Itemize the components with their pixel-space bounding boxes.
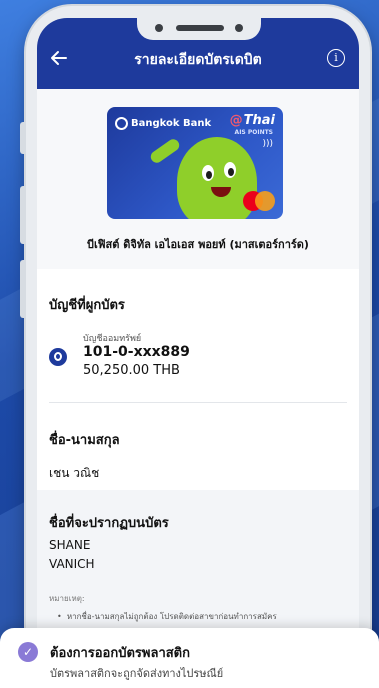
mascot-eye: [202, 165, 214, 181]
printed-name-line2: VANICH: [49, 557, 95, 571]
check-circle-icon[interactable]: ✓: [18, 642, 38, 662]
account-balance: 50,250.00 THB: [83, 363, 180, 378]
sensor-icon: [235, 24, 243, 32]
info-icon: i: [334, 51, 338, 64]
card-partner-logo: @Thai: [229, 113, 275, 128]
info-button[interactable]: i: [327, 49, 345, 67]
camera-icon: [155, 24, 163, 32]
divider: [49, 402, 347, 403]
account-type: บัญชีออมทรัพย์: [83, 334, 142, 344]
debit-card-image: Bangkok Bank @Thai AIS POINTS ))): [107, 107, 283, 219]
app-screen: รายละเอียดบัตรเดบิต i Bangkok Bank @Thai…: [37, 18, 359, 688]
remark-label: หมายเหตุ:: [49, 594, 85, 603]
speaker-icon: [176, 25, 224, 31]
account-number: 101-0-xxx889: [83, 344, 190, 360]
card-partner-brand: Thai: [243, 113, 275, 128]
card-bank-name: Bangkok Bank: [131, 118, 212, 129]
card-partner-sub: AIS POINTS: [234, 129, 273, 136]
mascot-eye: [224, 162, 236, 178]
linked-account-title: บัญชีที่ผูกบัตร: [49, 298, 125, 313]
name-section-title: ชื่อ-นามสกุล: [49, 433, 120, 448]
phone-notch: [137, 18, 261, 40]
remark-text: หากชื่อ-นามสกุลไม่ถูกต้อง โปรดติดต่อสาขา…: [66, 612, 277, 621]
printed-name-title: ชื่อที่จะปรากฏบนบัตร: [49, 516, 169, 531]
plastic-card-subtitle: บัตรพลาสติกจะถูกจัดส่งทางไปรษณีย์: [50, 667, 224, 680]
card-product-name: บีเฟิสต์ ดิจิทัล เอไอเอส พอยท์ (มาสเตอร์…: [87, 238, 309, 251]
mastercard-logo-icon: [243, 191, 275, 211]
plastic-card-option[interactable]: ✓ ต้องการออกบัตรพลาสติก บัตรพลาสติกจะถูก…: [0, 628, 379, 688]
plastic-card-title: ต้องการออกบัตรพลาสติก: [50, 646, 190, 661]
phone-side-button: [20, 260, 26, 318]
bank-logo-icon: [115, 117, 128, 130]
card-section: Bangkok Bank @Thai AIS POINTS ))) บีเฟิส…: [37, 89, 359, 269]
remark-item: • หากชื่อ-นามสกุลไม่ถูกต้อง โปรดติดต่อสา…: [57, 612, 277, 621]
printed-name-line1: SHANE: [49, 538, 91, 552]
phone-side-button: [20, 122, 26, 154]
contactless-icon: ))): [262, 139, 273, 149]
page-title: รายละเอียดบัตรเดบิต: [134, 52, 262, 68]
full-name-value: เชน วณิช: [49, 466, 100, 480]
mascot-arm: [148, 136, 182, 166]
phone-side-button: [20, 186, 26, 244]
bank-account-icon: [49, 348, 67, 366]
